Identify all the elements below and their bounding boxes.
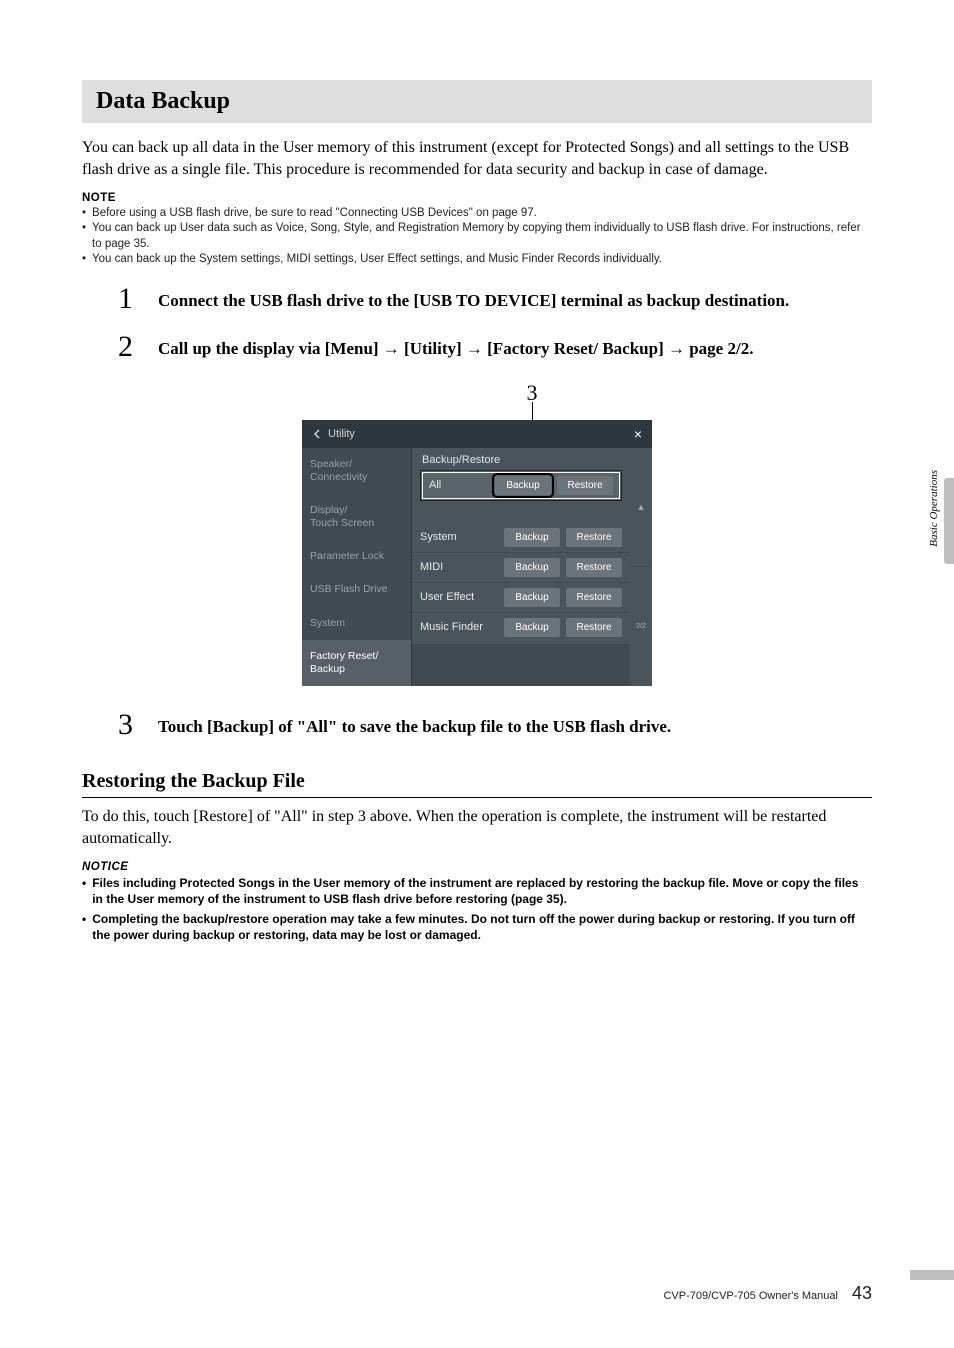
ss-row-label: Music Finder [420,621,498,633]
step-list: 1 Connect the USB flash drive to the [US… [82,284,872,362]
footer-text: CVP-709/CVP-705 Owner's Manual [663,1290,838,1302]
restore-system-button[interactable]: Restore [566,528,622,547]
page-up-icon[interactable]: ▴ [630,448,652,568]
step-list-2: 3 Touch [Backup] of "All" to save the ba… [82,710,872,740]
sidebar-item-usb[interactable]: USB Flash Drive [302,573,411,606]
step-text: Connect the USB flash drive to the [USB … [158,284,789,313]
ss-sidebar: Speaker/ Connectivity Display/ Touch Scr… [302,448,412,686]
backup-usereffect-button[interactable]: Backup [504,588,560,607]
note-item: Before using a USB flash drive, be sure … [82,206,872,222]
footer-accent-bar [910,1270,954,1280]
ss-row-midi: MIDI Backup Restore [412,552,630,582]
note-heading: NOTE [82,192,872,204]
restore-musicfinder-button[interactable]: Restore [566,618,622,637]
note-list: Before using a USB flash drive, be sure … [82,206,872,268]
step-number: 1 [118,284,158,314]
step-1: 1 Connect the USB flash drive to the [US… [118,284,872,314]
close-icon[interactable]: × [634,426,642,442]
restore-all-button[interactable]: Restore [557,476,613,495]
notice-item: Completing the backup/restore operation … [82,911,872,943]
backup-all-button[interactable]: Backup [495,476,551,495]
ss-row-all: All Backup Restore [420,470,622,501]
ss-row-system: System Backup Restore [412,523,630,552]
screenshot-container: Utility × Speaker/ Connectivity Display/… [82,420,872,686]
ss-title: Utility [328,428,355,440]
section-title: Data Backup [96,88,858,115]
sidebar-item-speaker[interactable]: Speaker/ Connectivity [302,448,411,494]
step-number: 2 [118,332,158,362]
ss-pager: ▴ 2/2 [630,448,652,686]
section-title-bar: Data Backup [82,80,872,123]
step-text: Touch [Backup] of "All" to save the back… [158,710,671,739]
page-number: 43 [852,1283,872,1304]
ss-row-label: MIDI [420,561,498,573]
page-indicator: 2/2 [630,567,652,686]
ss-row-usereffect: User Effect Backup Restore [412,582,630,612]
notice-item: Files including Protected Songs in the U… [82,875,872,907]
step-text: Call up the display via [Menu] → [Utilit… [158,332,753,361]
backup-midi-button[interactable]: Backup [504,558,560,577]
ss-row-label: System [420,531,498,543]
step-number: 3 [118,710,158,740]
ss-content: Backup/Restore All Backup Restore System… [412,448,630,686]
backup-system-button[interactable]: Backup [504,528,560,547]
sidebar-item-factory-reset[interactable]: Factory Reset/ Backup [302,640,411,686]
restore-paragraph: To do this, touch [Restore] of "All" in … [82,806,872,851]
notice-list: Files including Protected Songs in the U… [82,875,872,944]
sidebar-item-system[interactable]: System [302,607,411,640]
restore-usereffect-button[interactable]: Restore [566,588,622,607]
side-tab: Basic Operations [944,478,954,564]
utility-screenshot: Utility × Speaker/ Connectivity Display/… [302,420,652,686]
footer: CVP-709/CVP-705 Owner's Manual 43 [663,1283,872,1304]
note-item: You can back up User data such as Voice,… [82,221,872,252]
heading-rule [82,797,872,798]
ss-row-musicfinder: Music Finder Backup Restore [412,612,630,642]
notice-heading: NOTICE [82,861,872,873]
note-item: You can back up the System settings, MID… [82,252,872,268]
restore-midi-button[interactable]: Restore [566,558,622,577]
intro-paragraph: You can back up all data in the User mem… [82,137,872,182]
backup-musicfinder-button[interactable]: Backup [504,618,560,637]
side-tab-bar [944,478,954,564]
ss-row-label: All [429,479,489,491]
ss-titlebar: Utility × [302,420,652,448]
step-3: 3 Touch [Backup] of "All" to save the ba… [118,710,872,740]
restore-heading: Restoring the Backup File [82,770,872,793]
step-2: 2 Call up the display via [Menu] → [Util… [118,332,872,362]
back-icon[interactable] [312,429,322,439]
ss-row-label: User Effect [420,591,498,603]
ss-content-head: Backup/Restore [412,448,630,470]
sidebar-item-display[interactable]: Display/ Touch Screen [302,494,411,540]
side-tab-text: Basic Operations [928,470,940,547]
callout-line [532,402,533,422]
sidebar-item-paramlock[interactable]: Parameter Lock [302,540,411,573]
